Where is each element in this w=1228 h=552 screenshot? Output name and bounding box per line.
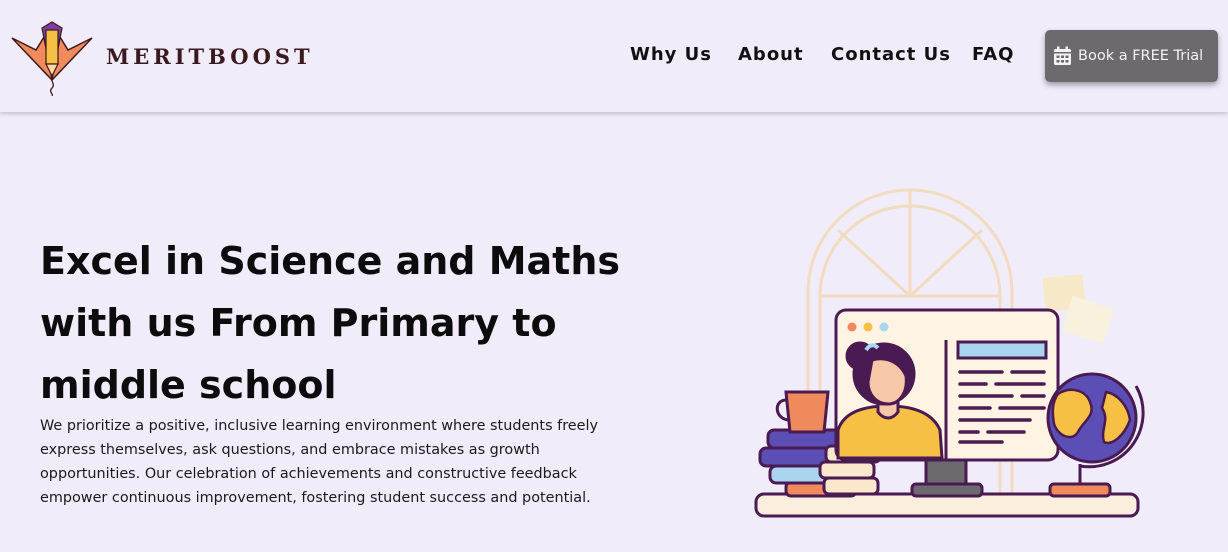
brand-name[interactable]: MERITBOOST [106,44,314,69]
hero-title: Excel in Science and Maths with us From … [40,230,640,416]
nav-about[interactable]: About [738,44,804,65]
mug-icon [775,390,830,434]
online-learning-illustration [754,188,1145,518]
nav-why-us[interactable]: Why Us [630,44,712,65]
calendar-icon [1054,46,1071,65]
top-navbar: MERITBOOST Why Us About Contact Us FAQ B… [0,0,1228,112]
hero-title-line: middle school [40,363,337,407]
nav-contact-us[interactable]: Contact Us [831,44,951,65]
hero-title-line: Excel in Science and Maths [40,239,621,283]
logo-icon[interactable] [10,20,94,96]
nav-faq[interactable]: FAQ [972,44,1014,65]
hero-description: We prioritize a positive, inclusive lear… [40,418,599,506]
book-free-trial-button[interactable]: Book a FREE Trial [1045,30,1218,82]
globe-icon [1046,372,1145,498]
book-free-trial-label: Book a FREE Trial [1078,48,1204,64]
hero-title-line: with us From Primary to [40,301,557,345]
